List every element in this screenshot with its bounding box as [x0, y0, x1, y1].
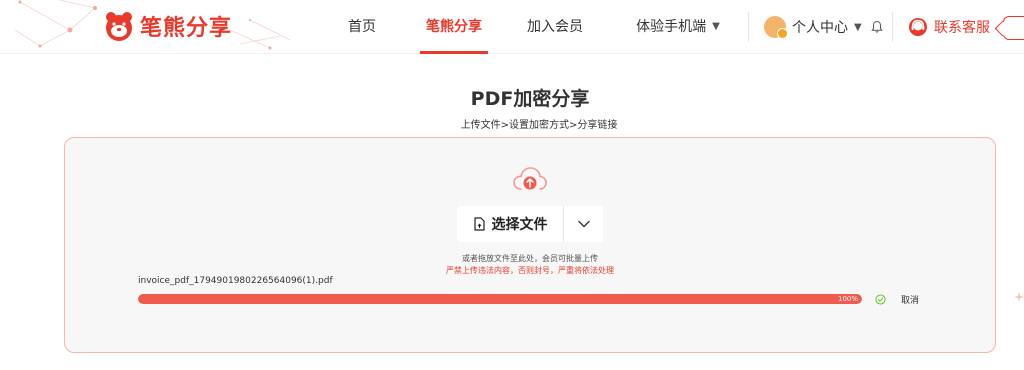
active-nav-underline	[420, 51, 488, 54]
bell-icon[interactable]	[870, 20, 884, 34]
contact-service-button[interactable]: 联系客服	[908, 0, 990, 54]
nav-mobile-experience-label: 体验手机端	[636, 19, 707, 35]
nav-home[interactable]: 首页	[336, 0, 388, 54]
breadcrumb-steps: 上传文件>设置加密方式>分享链接	[460, 120, 618, 131]
select-file-label: 选择文件	[491, 217, 548, 233]
nav-mobile-experience[interactable]: 体验手机端 ▼	[628, 0, 728, 54]
upload-progress-bar: 100%	[138, 294, 862, 304]
cancel-upload-button[interactable]: 取消	[901, 293, 919, 306]
sparkle-icon	[1014, 292, 1024, 302]
brand-name: 笔熊分享	[140, 16, 233, 41]
top-header: 笔熊分享 首页 笔熊分享 加入会员 体验手机端 ▼ 个人中心 ▼ 联系客服	[0, 0, 1024, 54]
page-title: PDF加密分享	[470, 88, 590, 110]
upload-warning: 严禁上传违法内容，否则封号，严重将依法处理	[446, 266, 614, 275]
user-center-menu[interactable]: 个人中心 ▼	[764, 0, 884, 54]
logo-bear-icon	[106, 12, 132, 41]
nav-join-member[interactable]: 加入会员	[520, 0, 590, 54]
headset-icon	[909, 18, 927, 36]
nav-bixiong-share-label: 笔熊分享	[426, 19, 482, 35]
brand-logo[interactable]: 笔熊分享	[104, 10, 232, 42]
header-divider	[892, 12, 893, 42]
check-circle-icon	[875, 294, 886, 305]
side-tab[interactable]	[1003, 16, 1024, 40]
avatar	[764, 16, 788, 39]
upload-progress-fill: 100%	[138, 294, 862, 304]
select-file-button[interactable]: 选择文件	[457, 206, 563, 242]
chevron-down-icon: ▼	[854, 21, 862, 33]
upload-options-dropdown[interactable]	[564, 206, 603, 242]
upload-hint: 或者拖放文件至此处，会员可批量上传	[462, 254, 598, 263]
user-center-label: 个人中心	[792, 20, 848, 36]
upload-progress-text: 100%	[837, 295, 858, 303]
uploaded-file-name: invoice_pdf_1794901980226564096(1).pdf	[138, 276, 333, 286]
nav-home-label: 首页	[348, 19, 376, 35]
contact-service-label: 联系客服	[934, 20, 990, 36]
nav-bixiong-share[interactable]: 笔熊分享	[420, 0, 488, 54]
header-divider	[748, 12, 749, 42]
nav-join-member-label: 加入会员	[527, 19, 583, 35]
cloud-upload-icon	[513, 167, 547, 190]
chevron-down-icon: ▼	[712, 21, 720, 32]
chevron-down-icon	[577, 220, 590, 228]
select-file-control: 选择文件	[457, 206, 603, 242]
file-icon	[473, 217, 485, 231]
